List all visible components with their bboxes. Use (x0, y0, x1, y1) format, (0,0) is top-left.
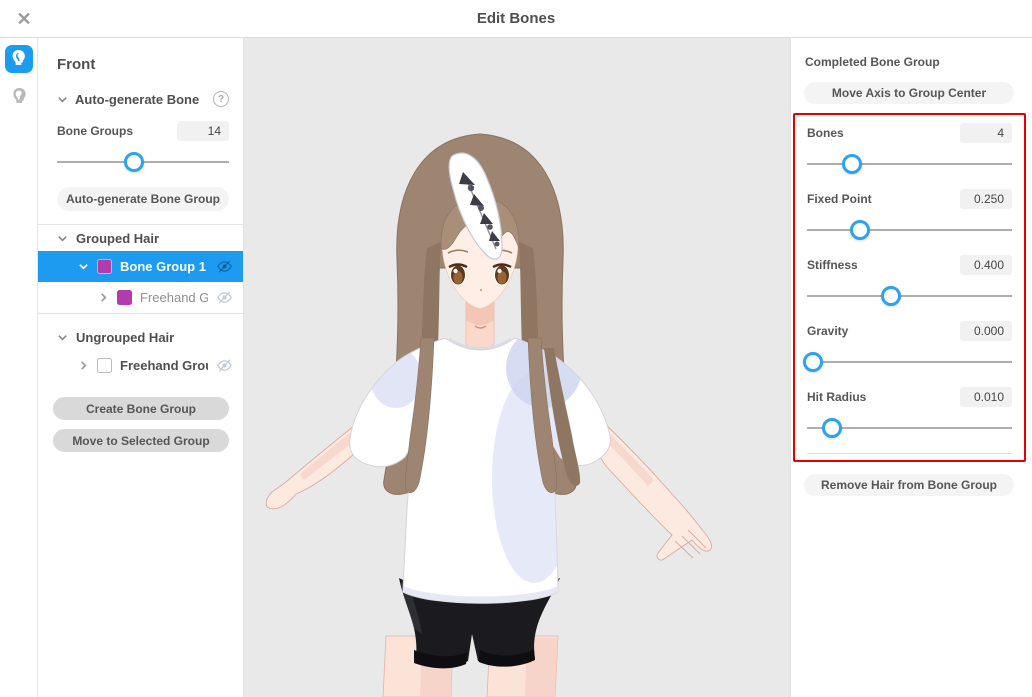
hair-bone-tool-button[interactable] (5, 45, 33, 73)
edit-bones-dialog: ✕ Edit Bones (0, 0, 1032, 697)
slider-thumb[interactable] (850, 220, 870, 240)
window-title: Edit Bones (477, 10, 555, 27)
eye-slash-icon[interactable] (216, 289, 233, 306)
hit-radius-slider[interactable] (807, 417, 1012, 439)
bone-group-1-label: Bone Group 1 (120, 259, 208, 274)
auto-generate-section-title: Auto-generate Bone (75, 92, 206, 107)
right-panel: Completed Bone Group Move Axis to Group … (790, 38, 1032, 697)
bone-parameters-highlight-box: Bones 4 Fixed Point 0.250 Stiffness (793, 113, 1026, 462)
create-bone-group-button[interactable]: Create Bone Group (53, 397, 229, 420)
slider-track (807, 295, 1012, 297)
bone-group-color-swatch[interactable] (97, 259, 112, 274)
model-viewport[interactable] (244, 38, 790, 697)
slider-track (807, 229, 1012, 231)
tree-row-freehand-child[interactable]: Freehand Grou (38, 282, 243, 313)
view-direction-label: Front (57, 56, 229, 73)
tool-rail (0, 38, 38, 697)
slider-track (807, 361, 1012, 363)
left-panel: Front Auto-generate Bone ? Bone Groups 1… (38, 38, 244, 697)
hit-radius-label: Hit Radius (807, 390, 866, 404)
ungrouped-hair-label: Ungrouped Hair (76, 330, 174, 345)
title-bar: ✕ Edit Bones (0, 0, 1032, 38)
fixed-point-value[interactable]: 0.250 (960, 189, 1012, 209)
bone-groups-label: Bone Groups (57, 124, 133, 138)
bone-groups-value[interactable]: 14 (177, 121, 229, 141)
stiffness-slider[interactable] (807, 285, 1012, 307)
chevron-right-icon[interactable] (78, 360, 89, 371)
chevron-down-icon (57, 233, 68, 244)
fixed-point-label: Fixed Point (807, 192, 872, 206)
divider (807, 453, 1012, 454)
chevron-down-icon[interactable] (57, 94, 68, 105)
auto-generate-bone-group-button[interactable]: Auto-generate Bone Group (57, 187, 229, 211)
slider-track (807, 163, 1012, 165)
stiffness-label: Stiffness (807, 258, 858, 272)
gravity-label: Gravity (807, 324, 848, 338)
close-button[interactable]: ✕ (13, 8, 35, 30)
freehand-group-1-color-swatch[interactable] (97, 358, 112, 373)
move-to-selected-group-button[interactable]: Move to Selected Group (53, 429, 229, 452)
chevron-right-icon[interactable] (98, 292, 109, 303)
slider-thumb[interactable] (803, 352, 823, 372)
ungrouped-hair-header[interactable]: Ungrouped Hair (38, 324, 243, 350)
grouped-hair-label: Grouped Hair (76, 231, 159, 246)
freehand-group-1-label: Freehand Group 1 (120, 358, 208, 373)
gravity-slider[interactable] (807, 351, 1012, 373)
bones-label: Bones (807, 126, 844, 140)
tree-row-bone-group-1[interactable]: Bone Group 1 (38, 251, 243, 282)
bones-value[interactable]: 4 (960, 123, 1012, 143)
completed-bone-group-header: Completed Bone Group (804, 55, 1014, 69)
slider-thumb[interactable] (124, 152, 144, 172)
hit-radius-value[interactable]: 0.010 (960, 387, 1012, 407)
remove-hair-from-bone-group-button[interactable]: Remove Hair from Bone Group (804, 474, 1014, 496)
gravity-value[interactable]: 0.000 (960, 321, 1012, 341)
chevron-down-icon (57, 332, 68, 343)
fixed-point-slider[interactable] (807, 219, 1012, 241)
freehand-child-label: Freehand Grou (140, 290, 208, 305)
eye-slash-icon[interactable] (216, 258, 233, 275)
slider-thumb[interactable] (822, 418, 842, 438)
move-axis-to-group-center-button[interactable]: Move Axis to Group Center (804, 82, 1014, 104)
character-model[interactable] (244, 38, 790, 697)
chevron-down-icon[interactable] (78, 261, 89, 272)
slider-thumb[interactable] (881, 286, 901, 306)
head-tool-button[interactable] (5, 83, 33, 111)
slider-thumb[interactable] (842, 154, 862, 174)
hair-bone-tool-icon (9, 48, 28, 70)
divider (38, 313, 243, 314)
tree-row-freehand-group-1[interactable]: Freehand Group 1 (38, 350, 243, 381)
head-silhouette-icon (9, 86, 28, 108)
grouped-hair-header[interactable]: Grouped Hair (38, 225, 243, 251)
bone-groups-slider[interactable] (57, 151, 229, 173)
eye-slash-icon[interactable] (216, 357, 233, 374)
bones-slider[interactable] (807, 153, 1012, 175)
help-icon[interactable]: ? (213, 91, 229, 107)
freehand-child-color-swatch[interactable] (117, 290, 132, 305)
stiffness-value[interactable]: 0.400 (960, 255, 1012, 275)
